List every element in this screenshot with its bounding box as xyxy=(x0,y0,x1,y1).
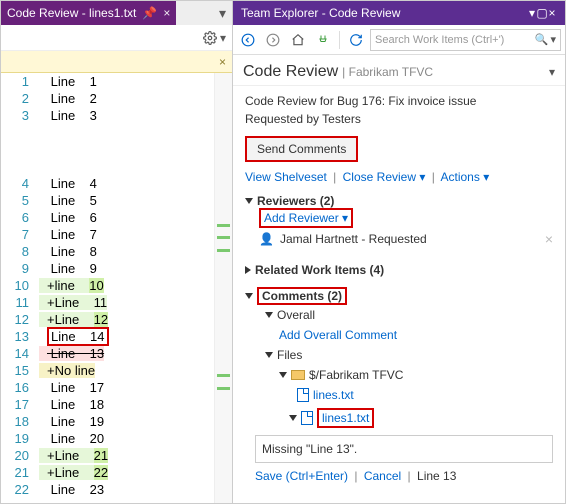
code-line[interactable]: 6 Line 6 xyxy=(1,209,232,226)
chevron-right-icon xyxy=(245,266,251,274)
reviewer-name: Jamal Hartnett - Requested xyxy=(280,232,427,246)
search-input[interactable]: Search Work Items (Ctrl+') 🔍 ▾ xyxy=(370,29,561,51)
code-line[interactable]: 18 Line 19 xyxy=(1,413,232,430)
code-line[interactable] xyxy=(1,158,232,175)
code-line[interactable]: 2 Line 2 xyxy=(1,90,232,107)
add-overall-comment-link[interactable]: Add Overall Comment xyxy=(279,328,397,342)
connect-icon[interactable] xyxy=(312,29,334,51)
code-line[interactable] xyxy=(1,141,232,158)
window-close-icon[interactable]: × xyxy=(547,6,557,20)
file-icon xyxy=(301,411,313,425)
chevron-down-icon xyxy=(265,352,273,358)
code-line[interactable]: 19 Line 20 xyxy=(1,430,232,447)
chevron-down-icon xyxy=(245,198,253,204)
chevron-down-icon xyxy=(289,415,297,421)
code-line[interactable]: 21+Line 22 xyxy=(1,464,232,481)
folder-icon xyxy=(291,370,305,380)
code-line[interactable]: 13Line 14 xyxy=(1,328,232,345)
send-comments-button[interactable]: Send Comments xyxy=(245,136,358,162)
folder-row[interactable]: $/Fabrikam TFVC xyxy=(245,365,553,385)
file-icon xyxy=(297,388,309,402)
comments-header[interactable]: Comments (2) xyxy=(245,287,553,305)
view-shelveset-link[interactable]: View Shelveset xyxy=(245,170,327,184)
back-icon[interactable] xyxy=(237,29,259,51)
status-text: Line 13 xyxy=(417,469,456,483)
reviewer-row: 👤 Jamal Hartnett - Requested × xyxy=(245,225,553,253)
remove-reviewer-icon[interactable]: × xyxy=(545,231,553,247)
info-bar-close-icon[interactable]: × xyxy=(219,55,226,69)
comment-input[interactable]: Missing "Line 13". xyxy=(255,435,553,463)
close-review-link[interactable]: Close Review ▾ xyxy=(343,170,426,184)
code-line[interactable]: 14 Line 13 xyxy=(1,345,232,362)
tab-overflow-icon[interactable]: ▾ xyxy=(176,5,232,22)
code-line[interactable]: 15+No line xyxy=(1,362,232,379)
overall-group[interactable]: Overall xyxy=(245,305,553,325)
code-line[interactable]: 11+Line 11 xyxy=(1,294,232,311)
cancel-link[interactable]: Cancel xyxy=(364,469,401,483)
file-row-selected[interactable]: lines1.txt xyxy=(245,405,553,431)
requested-by: Requested by Testers xyxy=(245,112,553,126)
person-icon: 👤 xyxy=(259,232,274,246)
code-line[interactable]: 7 Line 7 xyxy=(1,226,232,243)
code-line[interactable]: 17 Line 18 xyxy=(1,396,232,413)
home-icon[interactable] xyxy=(287,29,309,51)
reviewers-header[interactable]: Reviewers (2) xyxy=(245,194,553,208)
code-line[interactable]: 16 Line 17 xyxy=(1,379,232,396)
code-line[interactable]: 20+Line 21 xyxy=(1,447,232,464)
page-header: Code Review xyxy=(243,63,338,81)
pin-icon[interactable]: 📌 xyxy=(142,6,157,20)
code-line[interactable]: 22 Line 23 xyxy=(1,481,232,498)
save-link[interactable]: Save (Ctrl+Enter) xyxy=(255,469,348,483)
files-group[interactable]: Files xyxy=(245,345,553,365)
gear-icon[interactable] xyxy=(202,30,218,46)
chevron-down-icon xyxy=(245,293,253,299)
related-items-header[interactable]: Related Work Items (4) xyxy=(245,263,553,277)
code-line[interactable]: 5 Line 5 xyxy=(1,192,232,209)
refresh-icon[interactable] xyxy=(345,29,367,51)
code-line[interactable]: 4 Line 4 xyxy=(1,175,232,192)
forward-icon[interactable] xyxy=(262,29,284,51)
minimap[interactable] xyxy=(214,73,232,503)
actions-link[interactable]: Actions ▾ xyxy=(441,170,490,184)
info-bar: × xyxy=(1,51,232,73)
code-line[interactable] xyxy=(1,124,232,141)
code-line[interactable]: 8 Line 8 xyxy=(1,243,232,260)
review-summary: Code Review for Bug 176: Fix invoice iss… xyxy=(245,94,553,108)
page-header-sub: | Fabrikam TFVC xyxy=(342,65,433,79)
chevron-down-icon xyxy=(265,312,273,318)
code-line[interactable]: 3 Line 3 xyxy=(1,107,232,124)
editor-tab[interactable]: Code Review - lines1.txt 📌 × xyxy=(1,1,176,25)
panel-title: Team Explorer - Code Review xyxy=(241,6,400,20)
close-tab-icon[interactable]: × xyxy=(163,6,170,20)
code-line[interactable]: 1 Line 1 xyxy=(1,73,232,90)
code-line[interactable]: 10+line 10 xyxy=(1,277,232,294)
toolbar-dropdown-icon[interactable]: ▾ xyxy=(220,31,226,45)
panel-title-bar: Team Explorer - Code Review ▾ ▢ × xyxy=(233,1,565,25)
search-placeholder: Search Work Items (Ctrl+') xyxy=(375,34,504,46)
code-line[interactable]: 12+Line 12 xyxy=(1,311,232,328)
code-line[interactable]: 9 Line 9 xyxy=(1,260,232,277)
chevron-down-icon xyxy=(279,372,287,378)
window-pin-icon[interactable]: ▢ xyxy=(537,6,547,20)
search-dropdown-icon[interactable]: ▾ xyxy=(550,33,556,46)
editor-tab-title: Code Review - lines1.txt xyxy=(7,6,136,20)
add-reviewer-link[interactable]: Add Reviewer ▾ xyxy=(259,208,353,228)
header-dropdown-icon[interactable]: ▾ xyxy=(549,65,555,79)
search-icon: 🔍 xyxy=(535,33,549,46)
file-row[interactable]: lines.txt xyxy=(245,385,553,405)
